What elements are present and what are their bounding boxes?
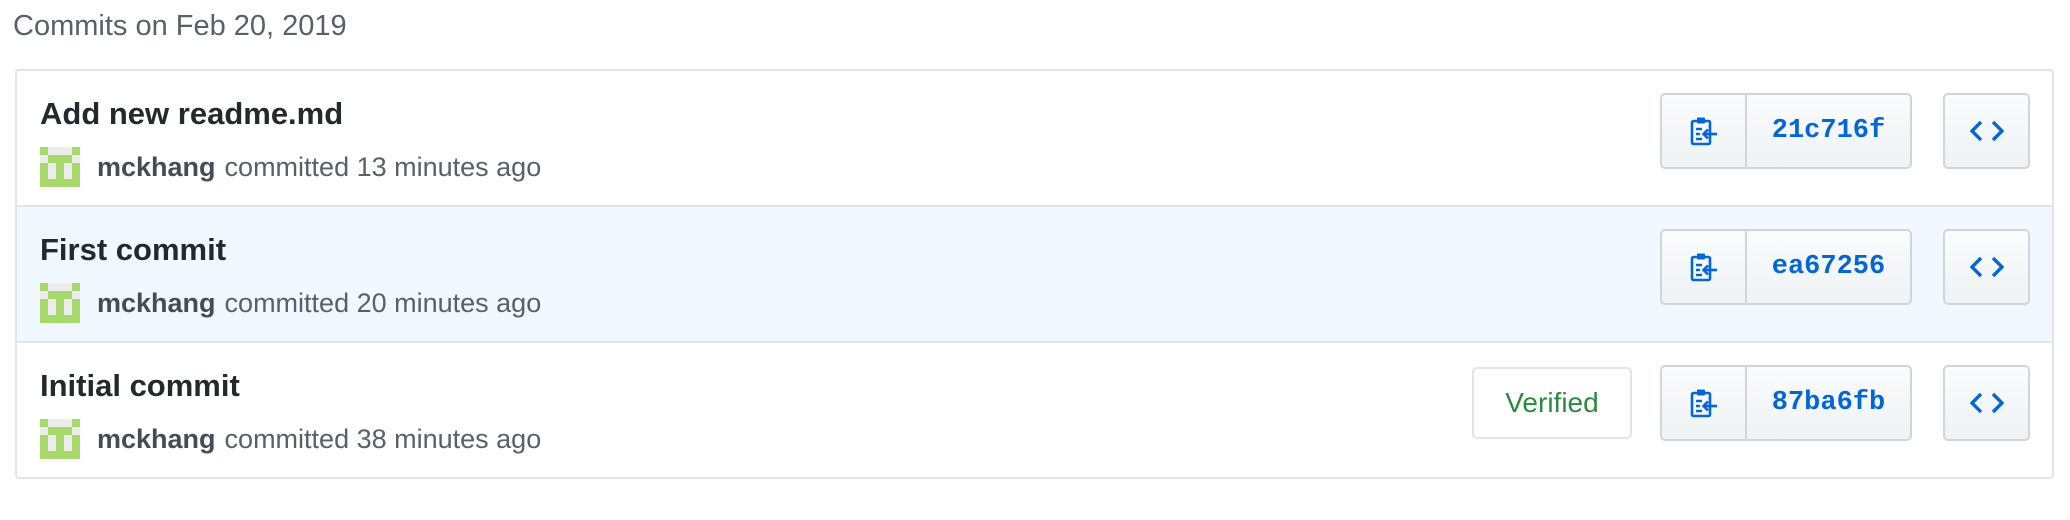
browse-repo-button[interactable] xyxy=(1943,365,2030,441)
commit-author-link[interactable]: mckhang xyxy=(97,424,216,455)
author-avatar[interactable] xyxy=(40,147,80,187)
commit-meta: mckhang committed 20 minutes ago xyxy=(40,283,541,323)
sha-button-group: 21c716f xyxy=(1660,93,1912,169)
verified-badge[interactable]: Verified xyxy=(1472,367,1632,439)
commit-row: Add new readme.md mckhang committed 13 m… xyxy=(17,71,2052,205)
commit-author-link[interactable]: mckhang xyxy=(97,152,216,183)
author-avatar[interactable] xyxy=(40,419,80,459)
copy-sha-button[interactable] xyxy=(1660,93,1747,169)
browse-repo-button[interactable] xyxy=(1943,93,2030,169)
commit-sha-link[interactable]: 87ba6fb xyxy=(1747,365,1912,441)
code-icon xyxy=(1969,256,2004,278)
code-icon xyxy=(1969,392,2004,414)
copy-sha-button[interactable] xyxy=(1660,229,1747,305)
commit-list: Add new readme.md mckhang committed 13 m… xyxy=(15,69,2054,479)
commit-sha-link[interactable]: 21c716f xyxy=(1747,93,1912,169)
commit-title-link[interactable]: First commit xyxy=(40,231,226,269)
commit-title-link[interactable]: Add new readme.md xyxy=(40,95,343,133)
clippy-icon xyxy=(1690,253,1717,282)
copy-sha-button[interactable] xyxy=(1660,365,1747,441)
clippy-icon xyxy=(1690,389,1717,418)
commit-sha-link[interactable]: ea67256 xyxy=(1747,229,1912,305)
commit-meta: mckhang committed 13 minutes ago xyxy=(40,147,541,187)
author-avatar[interactable] xyxy=(40,283,80,323)
code-icon xyxy=(1969,120,2004,142)
commits-group-header: Commits on Feb 20, 2019 xyxy=(13,10,347,42)
clippy-icon xyxy=(1690,117,1717,146)
commit-relative-time: committed 13 minutes ago xyxy=(224,151,542,182)
commit-relative-time: committed 20 minutes ago xyxy=(224,287,542,318)
commit-author-link[interactable]: mckhang xyxy=(97,288,216,319)
sha-button-group: 87ba6fb xyxy=(1660,365,1912,441)
commit-title-link[interactable]: Initial commit xyxy=(40,367,240,405)
sha-button-group: ea67256 xyxy=(1660,229,1912,305)
commit-row: First commit mckhang committed 20 minute… xyxy=(17,205,2052,341)
commit-meta: mckhang committed 38 minutes ago xyxy=(40,419,541,459)
commit-relative-time: committed 38 minutes ago xyxy=(224,423,542,454)
browse-repo-button[interactable] xyxy=(1943,229,2030,305)
commit-row: Initial commit mckhang committed 38 minu… xyxy=(17,341,2052,477)
